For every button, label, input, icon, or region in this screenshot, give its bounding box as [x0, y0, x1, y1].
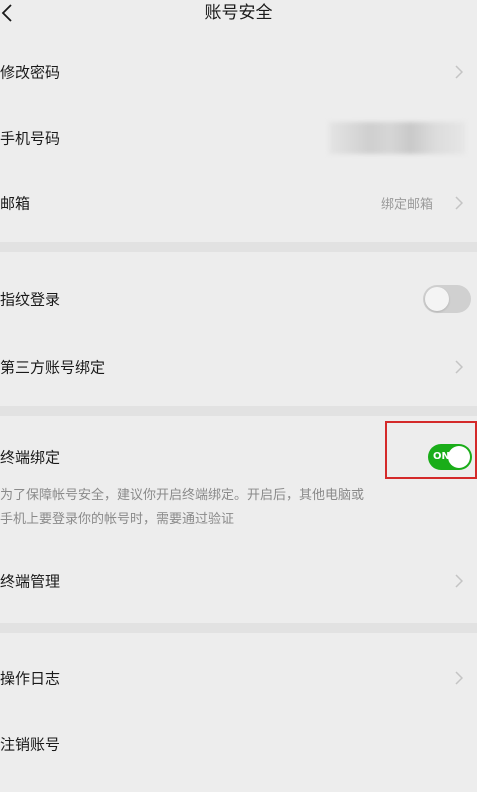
operation-log-row[interactable]: 操作日志	[0, 645, 477, 711]
operation-log-label: 操作日志	[0, 669, 61, 688]
cancel-account-label: 注销账号	[0, 735, 61, 754]
device-management-label: 终端管理	[0, 572, 61, 591]
chevron-right-icon	[455, 671, 463, 685]
chevron-right-icon	[455, 574, 463, 588]
section-divider	[0, 406, 477, 416]
fingerprint-login-row: 指纹登录	[0, 266, 477, 332]
device-binding-toggle[interactable]: ON	[428, 444, 472, 470]
device-binding-description: 为了保障帐号安全，建议你开启终端绑定。开启后，其他电脑或 手机上要登录你的帐号时…	[0, 484, 477, 532]
cancel-account-row[interactable]: 注销账号	[0, 711, 477, 777]
chevron-right-icon	[455, 360, 463, 374]
phone-number-value-blurred	[329, 122, 465, 154]
email-row[interactable]: 邮箱 绑定邮箱	[0, 170, 477, 236]
change-password-label: 修改密码	[0, 63, 61, 82]
third-party-binding-row[interactable]: 第三方账号绑定	[0, 334, 477, 400]
toggle-knob	[425, 287, 449, 311]
chevron-right-icon	[455, 196, 463, 210]
phone-number-row[interactable]: 手机号码	[0, 105, 477, 171]
description-line-2: 手机上要登录你的帐号时，需要通过验证	[0, 512, 235, 527]
section-divider	[0, 242, 477, 252]
description-line-1: 为了保障帐号安全，建议你开启终端绑定。开启后，其他电脑或	[0, 488, 365, 503]
section-divider	[0, 623, 477, 633]
device-binding-label: 终端绑定	[0, 448, 61, 467]
phone-number-label: 手机号码	[0, 129, 61, 148]
fingerprint-login-label: 指纹登录	[0, 290, 61, 309]
device-management-row[interactable]: 终端管理	[0, 548, 477, 614]
account-security-page: 账号安全 修改密码 手机号码 邮箱 绑定邮箱 指纹登录 第三方账号绑定 终端绑定	[0, 0, 477, 792]
third-party-binding-label: 第三方账号绑定	[0, 358, 106, 377]
email-value: 绑定邮箱	[380, 197, 433, 213]
toggle-knob	[448, 446, 470, 468]
fingerprint-login-toggle[interactable]	[423, 285, 471, 313]
chevron-right-icon	[455, 65, 463, 79]
email-label: 邮箱	[0, 194, 31, 213]
change-password-row[interactable]: 修改密码	[0, 39, 477, 105]
page-title: 账号安全	[204, 3, 273, 23]
header-bar: 账号安全	[0, 0, 477, 30]
